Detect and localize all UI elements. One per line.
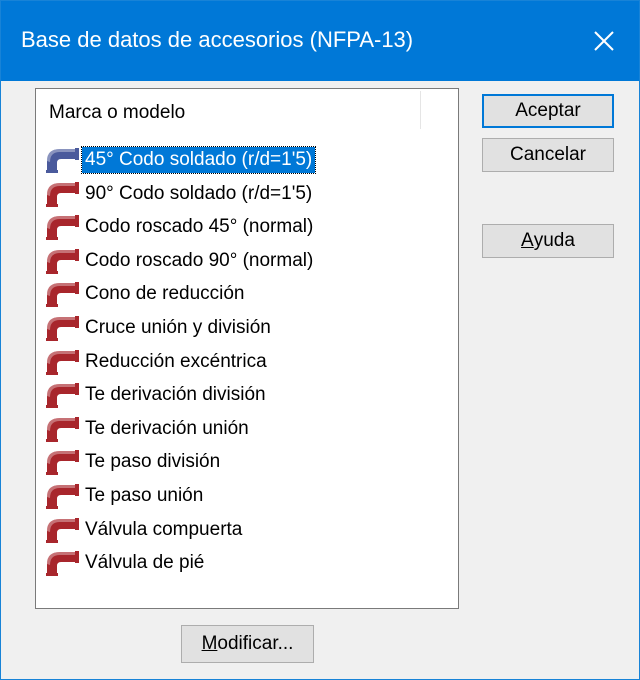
list-rows: 45° Codo soldado (r/d=1'5) 90° Codo solda… [36, 143, 458, 580]
list-item-label: Te paso unión [85, 484, 204, 506]
pipe-elbow-icon [46, 181, 79, 207]
accessories-list[interactable]: Marca o modelo 45° Codo soldado (r/d=1'5… [35, 88, 459, 609]
pipe-elbow-icon [46, 148, 79, 173]
pipe-elbow-icon [46, 483, 79, 509]
pipe-elbow-icon [46, 282, 79, 308]
list-item[interactable]: 45° Codo soldado (r/d=1'5) [36, 143, 458, 177]
help-button[interactable]: Ayuda [482, 224, 614, 258]
list-item[interactable]: Codo roscado 90° (normal) [36, 244, 458, 278]
accessories-database-dialog: Base de datos de accesorios (NFPA-13) Ma… [0, 0, 640, 680]
list-item-label: Cruce unión y división [85, 316, 271, 338]
pipe-elbow-icon [46, 349, 79, 375]
column-separator[interactable] [420, 91, 421, 129]
accept-button[interactable]: Aceptar [482, 94, 614, 128]
list-item-label: 45° Codo soldado (r/d=1'5) [80, 146, 317, 174]
help-label-rest: yuda [533, 230, 575, 251]
pipe-elbow-icon [46, 517, 79, 543]
list-item[interactable]: Cono de reducción [36, 277, 458, 311]
list-item[interactable]: 90° Codo soldado (r/d=1'5) [36, 177, 458, 211]
pipe-elbow-icon [46, 215, 79, 241]
title-bar[interactable]: Base de datos de accesorios (NFPA-13) [1, 1, 639, 81]
pipe-elbow-icon [46, 248, 79, 274]
modify-mnemonic: M [201, 633, 218, 654]
list-item[interactable]: Válvula de pié [36, 546, 458, 580]
list-item-label: Te paso división [85, 451, 221, 473]
list-item[interactable]: Reducción excéntrica [36, 345, 458, 379]
list-item-label: Reducción excéntrica [85, 350, 267, 372]
close-button[interactable] [569, 1, 639, 81]
list-item[interactable]: Te paso unión [36, 479, 458, 513]
pipe-elbow-icon [46, 450, 79, 476]
pipe-elbow-icon [46, 551, 79, 577]
pipe-elbow-icon [46, 383, 79, 409]
list-item-label: Válvula compuerta [85, 518, 243, 540]
list-item[interactable]: Te derivación unión [36, 412, 458, 446]
list-item-label: Cono de reducción [85, 283, 245, 305]
cancel-button[interactable]: Cancelar [482, 138, 614, 172]
modify-label-rest: odificar... [217, 633, 294, 654]
pipe-elbow-icon [46, 416, 79, 442]
column-header-label: Marca o modelo [49, 102, 186, 123]
close-icon [594, 31, 614, 51]
list-item-label: Codo roscado 45° (normal) [85, 216, 314, 238]
list-item-label: Te derivación unión [85, 417, 249, 439]
help-mnemonic: A [521, 230, 534, 251]
pipe-elbow-icon [46, 315, 79, 341]
list-item[interactable]: Válvula compuerta [36, 513, 458, 547]
list-item-label: Te derivación división [85, 384, 266, 406]
list-item[interactable]: Cruce unión y división [36, 311, 458, 345]
list-item-label: Válvula de pié [85, 552, 205, 574]
list-item-label: Codo roscado 90° (normal) [85, 249, 314, 271]
list-item-label: 90° Codo soldado (r/d=1'5) [85, 182, 313, 204]
window-title: Base de datos de accesorios (NFPA-13) [21, 27, 414, 52]
column-header-brand-model[interactable]: Marca o modelo [36, 89, 458, 129]
list-item[interactable]: Codo roscado 45° (normal) [36, 210, 458, 244]
modify-button[interactable]: Modificar... [181, 625, 314, 663]
list-item[interactable]: Te derivación división [36, 378, 458, 412]
list-item[interactable]: Te paso división [36, 445, 458, 479]
